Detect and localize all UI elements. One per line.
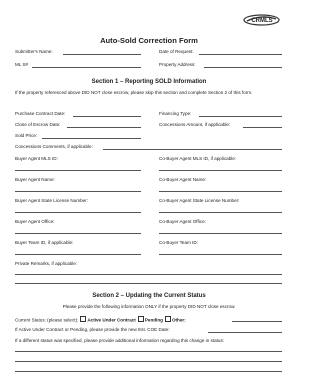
svg-text:CRMLS: CRMLS bbox=[251, 18, 272, 24]
financing-type-label: Financing Type: bbox=[159, 111, 192, 116]
section1-instruction: If the property referenced above DID NOT… bbox=[15, 90, 253, 95]
est-coe-label: If Active Under Contract or Pending, ple… bbox=[15, 327, 170, 332]
concessions-amount-field[interactable] bbox=[243, 127, 282, 128]
close-of-escrow-date-field[interactable] bbox=[67, 127, 141, 128]
co-buyer-agent-name-field[interactable] bbox=[159, 191, 282, 192]
buyer-agent-office-field[interactable] bbox=[15, 233, 141, 234]
purchase-contract-date-label: Purchase Contract Date: bbox=[15, 111, 66, 116]
current-status-label: Current Status: (please select): bbox=[15, 317, 79, 323]
section1-heading: Section 1 – Reporting SOLD Information bbox=[91, 79, 207, 85]
form-title: Auto-Sold Correction Form bbox=[100, 36, 198, 45]
crmls-logo: CRMLS bbox=[243, 14, 280, 26]
active-under-contract-checkbox[interactable] bbox=[80, 316, 87, 322]
section2-instruction: Please provide the following information… bbox=[62, 304, 236, 309]
private-remarks-field-line-2[interactable] bbox=[15, 283, 282, 284]
other-label: Other: bbox=[171, 317, 186, 323]
close-of-escrow-date-label: Close of Escrow Date: bbox=[15, 122, 61, 127]
private-remarks-label: Private Remarks, if applicable: bbox=[15, 261, 78, 266]
sold-price-field[interactable] bbox=[42, 138, 141, 139]
section2-heading: Section 2 – Updating the Current Status bbox=[92, 293, 206, 299]
active-under-contract-label: Active Under Contract bbox=[87, 317, 136, 323]
co-buyer-agent-license-label: Co-Buyer Agent State License Number: bbox=[159, 198, 240, 203]
co-buyer-agent-mls-id-label: Co-Buyer Agent MLS ID, if applicable: bbox=[159, 156, 237, 161]
mls-label: ML S# bbox=[15, 62, 29, 67]
est-coe-field[interactable] bbox=[208, 332, 282, 333]
buyer-agent-license-label: Buyer Agent State License Number: bbox=[15, 198, 89, 203]
buyer-team-id-field[interactable] bbox=[15, 254, 141, 255]
co-buyer-team-id-field[interactable] bbox=[159, 254, 282, 255]
co-buyer-agent-office-label: Co-Buyer Agent Office: bbox=[159, 219, 206, 224]
pending-label: Pending bbox=[144, 317, 163, 323]
co-buyer-agent-license-field[interactable] bbox=[159, 212, 282, 213]
submitter-label: Submitter's Name: bbox=[15, 49, 53, 54]
buyer-agent-name-field[interactable] bbox=[15, 191, 141, 192]
financing-type-field[interactable] bbox=[199, 116, 282, 117]
request-date-field[interactable] bbox=[199, 54, 282, 55]
additional-info-field-line-3[interactable] bbox=[15, 371, 282, 372]
submitter-field[interactable] bbox=[63, 54, 141, 55]
mls-field[interactable] bbox=[32, 67, 141, 68]
additional-info-field-line-1[interactable] bbox=[15, 351, 282, 352]
buyer-agent-name-label: Buyer Agent Name: bbox=[15, 177, 55, 182]
co-buyer-team-id-label: Co-Buyer Team ID: bbox=[159, 240, 198, 245]
property-address-label: Property Address: bbox=[159, 62, 196, 67]
sold-price-label: Sold Price: bbox=[15, 133, 38, 138]
additional-info-label: If a different status was specified, ple… bbox=[15, 338, 225, 343]
buyer-agent-license-field[interactable] bbox=[15, 212, 141, 213]
pending-checkbox[interactable] bbox=[137, 316, 144, 322]
private-remarks-field-line-1[interactable] bbox=[15, 274, 282, 275]
co-buyer-agent-office-field[interactable] bbox=[159, 233, 282, 234]
additional-info-field-line-2[interactable] bbox=[15, 361, 282, 362]
request-date-label: Date of Request: bbox=[159, 49, 194, 54]
other-checkbox[interactable] bbox=[164, 316, 171, 322]
buyer-agent-office-label: Buyer Agent Office: bbox=[15, 219, 55, 224]
buyer-team-id-label: Buyer Team ID, if applicable: bbox=[15, 240, 74, 245]
purchase-contract-date-field[interactable] bbox=[73, 116, 141, 117]
current-status-row: Current Status: (please select): Active U… bbox=[15, 316, 186, 324]
buyer-agent-mls-id-field[interactable] bbox=[15, 170, 141, 171]
other-status-field[interactable] bbox=[232, 321, 282, 322]
concessions-comments-label: Concessions Comments, if applicable: bbox=[15, 144, 93, 149]
property-address-field[interactable] bbox=[204, 67, 282, 68]
co-buyer-agent-mls-id-field[interactable] bbox=[159, 170, 282, 171]
co-buyer-agent-name-label: Co-Buyer Agent Name: bbox=[159, 177, 207, 182]
buyer-agent-mls-id-label: Buyer Agent MLS ID: bbox=[15, 156, 58, 161]
concessions-amount-label: Concessions Amount, if applicable: bbox=[159, 122, 231, 127]
concessions-comments-field[interactable] bbox=[103, 149, 282, 150]
